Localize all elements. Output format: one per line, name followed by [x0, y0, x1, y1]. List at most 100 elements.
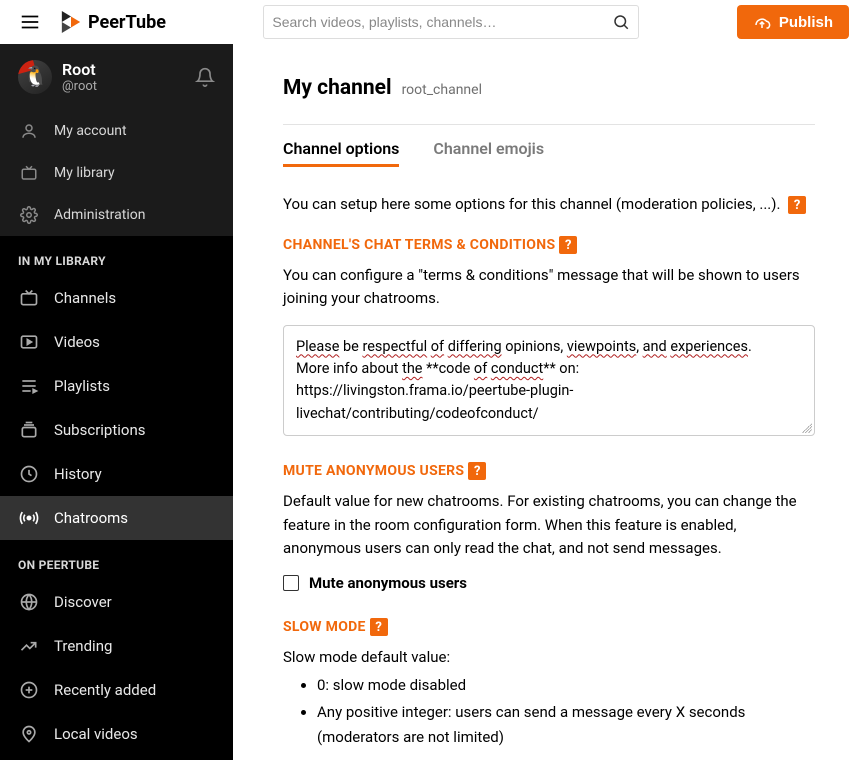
mute-checkbox[interactable] [283, 575, 299, 591]
text-token: https://livingston.frama.io/peertube-plu… [296, 382, 573, 421]
tabs: Channel options Channel emojis [283, 139, 815, 167]
page-title: My channel [283, 76, 392, 100]
text-token: be [339, 338, 362, 355]
sidebar-item-label: Trending [54, 637, 112, 655]
section-heading-label: MUTE ANONYMOUS USERS [283, 463, 464, 479]
help-icon[interactable]: ? [788, 196, 806, 214]
sidebar-item-label: Subscriptions [54, 421, 145, 439]
intro-text-content: You can setup here some options for this… [283, 195, 780, 213]
text-token: . [748, 338, 752, 355]
gear-icon [18, 204, 40, 226]
sidebar-item-my-account[interactable]: My account [0, 110, 233, 152]
section-desc-terms: You can configure a "terms & conditions"… [283, 264, 815, 311]
section-slow-mode: SLOW MODE ? Slow mode default value: 0: … [283, 618, 815, 750]
slow-intro: Slow mode default value: [283, 646, 815, 669]
help-icon[interactable]: ? [468, 462, 486, 480]
sidebar-item-chatrooms[interactable]: Chatrooms [0, 496, 233, 540]
resize-handle-icon[interactable] [802, 423, 812, 433]
mute-checkbox-row: Mute anonymous users [283, 574, 815, 592]
tab-channel-options[interactable]: Channel options [283, 139, 399, 167]
sidebar-item-trending[interactable]: Trending [0, 624, 233, 668]
sidebar-item-label: Local videos [54, 725, 138, 743]
plus-circle-icon [18, 679, 40, 701]
sidebar-item-discover[interactable]: Discover [0, 580, 233, 624]
top-bar: PeerTube Publish [0, 0, 861, 44]
text-token: experiences [670, 338, 748, 355]
intro-text: You can setup here some options for this… [283, 195, 815, 214]
sidebar-item-my-library[interactable]: My library [0, 152, 233, 194]
section-terms: CHANNEL'S CHAT TERMS & CONDITIONS ? You … [283, 236, 815, 436]
user-block: Root @root [0, 44, 233, 110]
list-item: 0: slow mode disabled [317, 673, 815, 698]
avatar[interactable] [18, 60, 52, 94]
sidebar-item-label: Discover [54, 593, 112, 611]
search-input[interactable] [272, 14, 612, 30]
sidebar-account-section: My account My library Administration [0, 110, 233, 236]
sidebar-item-label: Videos [54, 333, 100, 351]
sidebar-item-subscriptions[interactable]: Subscriptions [0, 408, 233, 452]
tv-icon [18, 162, 40, 184]
sidebar-item-videos[interactable]: Videos [0, 320, 233, 364]
sidebar-heading-on-peertube: ON PEERTUBE [0, 540, 233, 580]
user-display-name: Root [62, 60, 185, 79]
publish-label: Publish [779, 14, 833, 31]
sidebar-item-history[interactable]: History [0, 452, 233, 496]
text-token: opinions, [502, 338, 567, 355]
sidebar-item-recently-added[interactable]: Recently added [0, 668, 233, 712]
sidebar-item-local-videos[interactable]: Local videos [0, 712, 233, 756]
mute-checkbox-label: Mute anonymous users [309, 574, 467, 592]
text-token: **code [423, 360, 474, 377]
list-icon [18, 375, 40, 397]
sidebar-item-label: Recently added [54, 681, 156, 699]
text-token: conduct [491, 360, 543, 377]
notifications-button[interactable] [195, 67, 215, 87]
stack-icon [18, 419, 40, 441]
search-container [178, 5, 725, 39]
text-token: of [474, 360, 487, 377]
text-token: Please [296, 338, 339, 355]
section-heading-terms: CHANNEL'S CHAT TERMS & CONDITIONS ? [283, 236, 815, 254]
user-handle: @root [62, 79, 185, 94]
sidebar-item-label: Channels [54, 289, 116, 307]
text-token: respectful [362, 338, 427, 355]
terms-textarea[interactable]: Please be respectful of differing opinio… [283, 325, 815, 437]
globe-icon [18, 591, 40, 613]
text-token: differing [448, 338, 502, 355]
peertube-logo-icon [60, 9, 82, 35]
sidebar-item-playlists[interactable]: Playlists [0, 364, 233, 408]
text-token: ** on: [543, 360, 579, 377]
help-icon[interactable]: ? [559, 236, 577, 254]
help-icon[interactable]: ? [370, 618, 388, 636]
sidebar-item-label: Administration [54, 207, 145, 223]
broadcast-icon [18, 507, 40, 529]
section-mute: MUTE ANONYMOUS USERS ? Default value for… [283, 462, 815, 592]
text-token: and [643, 338, 667, 355]
section-heading-slow: SLOW MODE ? [283, 618, 815, 636]
slow-mode-list: 0: slow mode disabled Any positive integ… [283, 673, 815, 749]
trending-icon [18, 635, 40, 657]
search-icon[interactable] [612, 13, 630, 31]
play-square-icon [18, 331, 40, 353]
search-box[interactable] [263, 5, 639, 39]
sidebar-item-administration[interactable]: Administration [0, 194, 233, 236]
user-icon [18, 120, 40, 142]
channel-identifier: root_channel [402, 82, 482, 98]
section-heading-label: CHANNEL'S CHAT TERMS & CONDITIONS [283, 237, 555, 253]
main-content: My channel root_channel Channel options … [233, 44, 861, 760]
text-token: More info about [296, 360, 402, 377]
logo[interactable]: PeerTube [60, 9, 166, 35]
section-heading-label: SLOW MODE [283, 619, 366, 635]
menu-icon [19, 11, 41, 33]
section-heading-mute: MUTE ANONYMOUS USERS ? [283, 462, 815, 480]
upload-icon [753, 13, 771, 31]
sidebar: Root @root My account My library [0, 44, 233, 760]
text-token: the [402, 360, 422, 377]
home-pin-icon [18, 723, 40, 745]
sidebar-item-label: History [54, 465, 102, 483]
divider [283, 124, 815, 125]
tab-channel-emojis[interactable]: Channel emojis [433, 139, 544, 167]
tv-icon [18, 287, 40, 309]
sidebar-item-channels[interactable]: Channels [0, 276, 233, 320]
publish-button[interactable]: Publish [737, 5, 849, 39]
hamburger-menu[interactable] [12, 4, 48, 40]
